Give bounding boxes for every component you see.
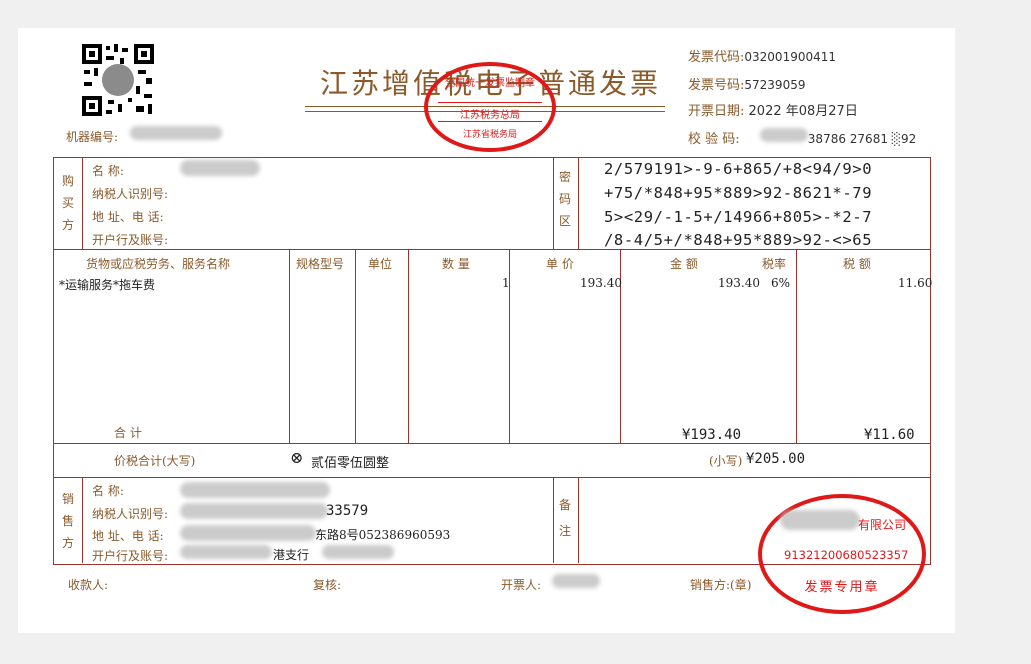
supervision-stamp: 全国统一发票监制章 江苏税务总局 江苏省税务局	[424, 62, 556, 152]
cipher-line: 5><29/-1-5+/14966+805>-*2-7	[604, 208, 873, 226]
col-header-amount: 金 额	[670, 257, 698, 271]
col-header-tax: 税 额	[843, 257, 871, 271]
item-tax: 11.60	[898, 276, 933, 290]
buyer-name-label: 名 称:	[92, 164, 124, 178]
item-name: *运输服务*拖车费	[59, 278, 156, 292]
seller-taxid-tail: 33579	[326, 503, 369, 519]
seal-label: 发票专用章	[804, 580, 880, 595]
cipher-line: 2/579191>-9-6+865/+8<94/9>0	[604, 160, 873, 178]
circle-x-icon: ⊗	[290, 448, 304, 467]
seller-name-label: 名 称:	[92, 484, 124, 498]
invoice-date: 开票日期: 2022 年08月27日	[688, 104, 858, 119]
col-header-spec: 规格型号	[296, 257, 345, 271]
buyer-address-label: 地 址、电 话:	[92, 210, 164, 224]
seller-seal-label: 销售方:(章)	[690, 578, 752, 592]
seal-company-tail: 有限公司	[858, 518, 907, 532]
redaction	[180, 482, 330, 498]
buyer-section-label: 购买方	[61, 174, 74, 232]
seller-taxid-label: 纳税人识别号:	[92, 507, 169, 521]
redaction	[760, 128, 808, 142]
issuer-label: 开票人:	[501, 578, 542, 592]
frame-line	[578, 157, 579, 249]
invoice-number: 发票号码:57239059	[688, 78, 806, 93]
seal-taxid: 91321200680523357	[784, 548, 909, 562]
col-header-price: 单 价	[546, 257, 574, 271]
cipher-section-label: 密码区	[558, 170, 571, 228]
cipher-line: /8-4/5+/*848+95*889>92-<>65	[604, 231, 873, 249]
frame-line	[82, 157, 83, 249]
frame-line	[53, 443, 930, 444]
invoice-seal-stamp: 有限公司 91321200680523357 发票专用章	[758, 494, 926, 614]
remark-label: 备注	[558, 498, 571, 538]
redaction	[322, 545, 394, 559]
total-tax: ¥11.60	[864, 427, 915, 443]
buyer-bank-label: 开户行及账号:	[92, 233, 169, 247]
frame-line	[53, 477, 930, 478]
qr-code-icon	[80, 42, 156, 118]
frame-line	[82, 477, 83, 563]
item-qty: 1	[502, 276, 510, 290]
seller-bank-tail: 港支行	[273, 548, 310, 562]
seller-address-label: 地 址、电 话:	[92, 529, 164, 543]
stamp-top-middle-text: 江苏税务总局	[460, 110, 520, 121]
seller-address-tail: 东路8号052386960593	[315, 528, 451, 542]
redaction	[180, 545, 272, 559]
redaction	[780, 510, 860, 530]
item-amount: 193.40	[718, 276, 760, 290]
stamp-top-outer-text: 全国统一发票监制章	[445, 78, 535, 89]
item-rate: 6%	[771, 276, 791, 290]
frame-line	[289, 249, 290, 443]
col-header-unit: 单位	[368, 257, 393, 271]
grand-small-label: (小写)	[709, 454, 743, 468]
col-header-name: 货物或应税劳务、服务名称	[86, 257, 231, 271]
frame-line	[355, 249, 356, 443]
cipher-line: +75/*848+95*889>92-8621*-79	[604, 184, 873, 202]
item-price: 193.40	[580, 276, 622, 290]
redaction	[180, 503, 328, 519]
payee-label: 收款人:	[68, 578, 109, 592]
buyer-taxid-label: 纳税人识别号:	[92, 187, 169, 201]
machine-number-label: 机器编号:	[66, 130, 119, 144]
total-amount: ¥193.40	[682, 427, 742, 443]
frame-line	[553, 477, 554, 563]
seller-bank-label: 开户行及账号:	[92, 549, 169, 563]
grand-total-label: 价税合计(大写)	[114, 454, 196, 468]
frame-line	[578, 477, 579, 563]
total-label: 合 计	[114, 426, 142, 440]
stamp-top-bottom-text: 江苏省税务局	[462, 130, 517, 140]
redaction	[552, 574, 600, 588]
seller-section-label: 销售方	[61, 492, 74, 550]
frame-line	[408, 249, 409, 443]
grand-total-words: 贰佰零伍圆整	[311, 456, 390, 471]
grand-total-figures: ¥205.00	[746, 451, 806, 467]
redaction	[180, 160, 260, 176]
redaction	[130, 126, 222, 140]
reviewer-label: 复核:	[313, 578, 342, 592]
col-header-qty: 数 量	[442, 257, 470, 271]
frame-line	[553, 157, 554, 249]
frame-line	[796, 249, 797, 443]
invoice-code: 发票代码:032001900411	[688, 50, 837, 65]
frame-line	[53, 249, 930, 250]
col-header-rate: 税率	[762, 257, 787, 271]
redaction	[180, 525, 316, 541]
